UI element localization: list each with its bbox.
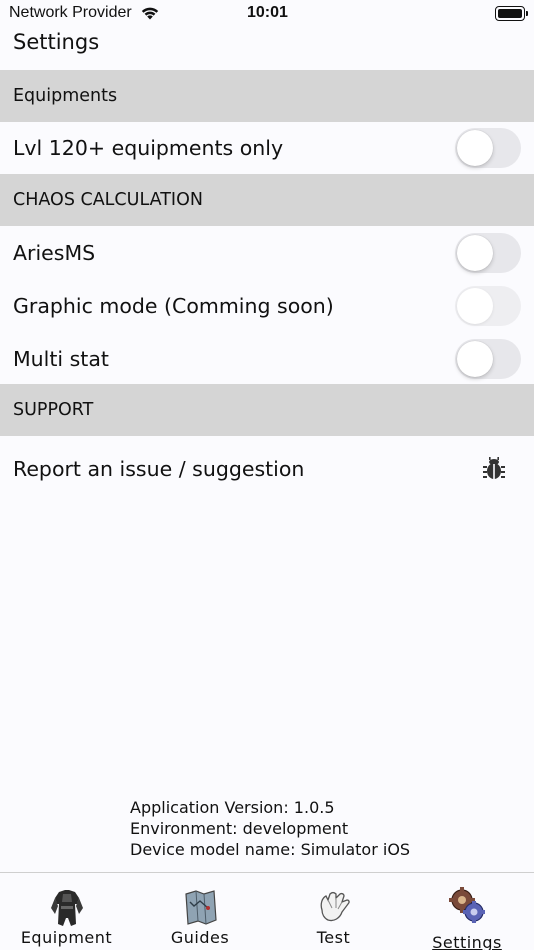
section-header-support: SUPPORT — [0, 384, 534, 436]
tab-bar: Equipment Guides Test Settings — [0, 872, 534, 950]
tab-label: Settings — [432, 933, 502, 950]
setting-row-multi-stat: Multi stat — [0, 332, 534, 385]
status-time: 10:01 — [247, 4, 288, 21]
tab-guides[interactable]: Guides — [133, 873, 267, 950]
armor-icon — [50, 890, 83, 926]
setting-label: Graphic mode (Comming soon) — [13, 293, 334, 318]
lvl120-only-toggle[interactable] — [455, 128, 521, 168]
setting-label: Lvl 120+ equipments only — [13, 135, 284, 160]
toggle-knob — [457, 341, 493, 377]
section-header-label: CHAOS CALCULATION — [13, 190, 203, 210]
version-info: Application Version: 1.0.5 Environment: … — [130, 797, 410, 860]
toggle-knob — [457, 288, 493, 324]
device-model: Device model name: Simulator iOS — [130, 840, 411, 859]
page-title: Settings — [13, 30, 100, 54]
setting-label: AriesMS — [13, 240, 96, 265]
multi-stat-toggle[interactable] — [455, 339, 521, 379]
map-scroll-icon — [185, 890, 217, 925]
section-header-label: SUPPORT — [13, 400, 94, 420]
gears-icon — [449, 887, 485, 923]
section-header-equipments: Equipments — [0, 70, 534, 122]
toggle-knob — [457, 235, 493, 271]
graphic-mode-toggle — [455, 286, 521, 326]
glove-icon — [320, 891, 350, 922]
tab-test[interactable]: Test — [267, 873, 400, 950]
setting-row-graphic-mode: Graphic mode (Comming soon) — [0, 279, 534, 332]
bug-icon — [483, 457, 505, 479]
tab-label: Test — [316, 928, 351, 947]
ariesms-toggle[interactable] — [455, 233, 521, 273]
app-version: Application Version: 1.0.5 — [130, 798, 335, 817]
tab-equipment[interactable]: Equipment — [0, 873, 133, 950]
battery-icon — [495, 6, 528, 21]
setting-row-lvl120-only: Lvl 120+ equipments only — [0, 121, 534, 174]
section-header-label: Equipments — [13, 86, 118, 106]
toggle-knob — [457, 130, 493, 166]
environment: Environment: development — [130, 819, 349, 838]
tab-settings[interactable]: Settings — [400, 873, 534, 950]
setting-row-ariesms: AriesMS — [0, 226, 534, 279]
wifi-icon — [141, 7, 159, 20]
setting-label: Report an issue / suggestion — [13, 457, 305, 481]
tab-label: Equipment — [20, 928, 113, 947]
status-bar: Network Provider 10:01 — [0, 0, 534, 28]
section-header-chaos-calculation: CHAOS CALCULATION — [0, 174, 534, 226]
report-issue-row[interactable]: Report an issue / suggestion — [0, 441, 534, 497]
carrier-name: Network Provider — [9, 4, 132, 21]
setting-label: Multi stat — [13, 346, 109, 371]
tab-label: Guides — [170, 928, 230, 947]
